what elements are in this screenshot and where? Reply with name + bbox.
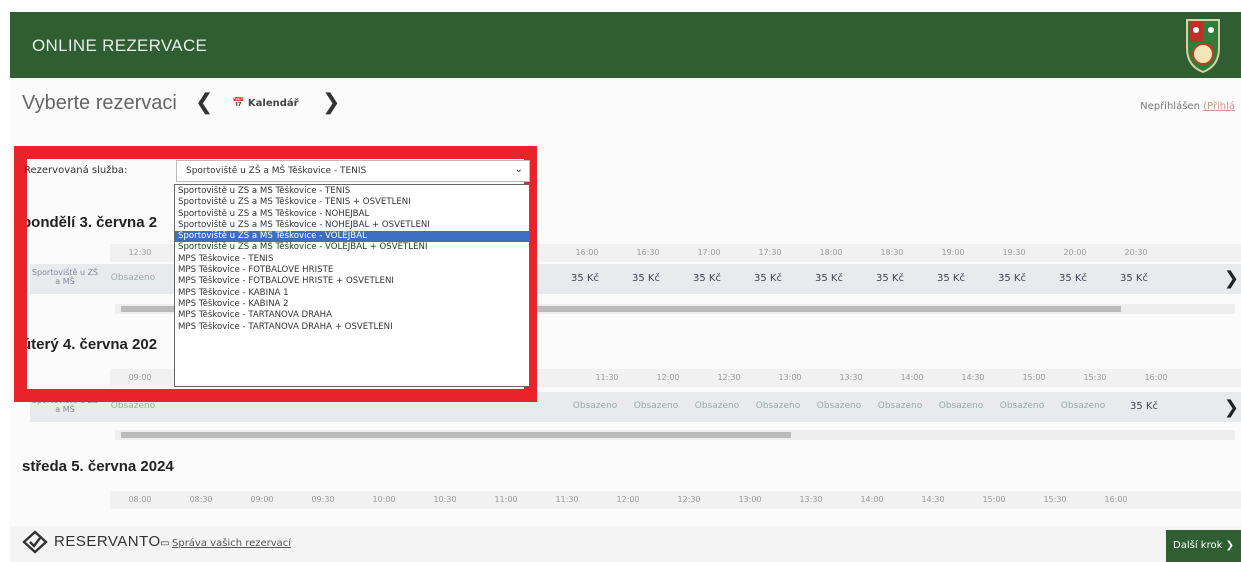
day-title-3: středa 5. června 2024 [22,458,174,475]
time-label: 20:00 [1063,248,1087,257]
service-select-value: Sportoviště u ZŠ a MŠ Těškovice - TENIS [186,166,367,176]
time-label: 08:30 [189,495,213,504]
time-label: 10:30 [433,495,457,504]
service-option[interactable]: MPS Těškovice - KABINA 1 [175,288,529,299]
time-label: 20:30 [1124,248,1148,257]
time-label: 12:00 [656,373,680,382]
time-label: 12:30 [717,373,741,382]
slot-available[interactable]: 35 Kč [621,273,671,284]
service-option[interactable]: Sportoviště u ZŠ a MŠ Těškovice - NOHEJB… [175,209,529,220]
time-label: 08:00 [128,495,152,504]
time-label: 18:30 [880,248,904,257]
service-option[interactable]: MPS Těškovice - KABINA 2 [175,299,529,310]
time-label: 16:00 [1104,495,1128,504]
slot-occupied: Obsazeno [755,401,801,411]
service-options-list[interactable]: Sportoviště u ZŠ a MŠ Těškovice - TENIS S… [174,184,530,387]
reservanto-logo-icon [22,530,48,554]
scrollbar-thumb[interactable] [121,432,791,438]
scroll-right-arrow[interactable]: ❯ [1224,397,1239,418]
time-label: 13:30 [799,495,823,504]
slot-occupied: Obsazeno [110,401,156,411]
service-option[interactable]: Sportoviště u ZŠ a MŠ Těškovice - TENIS [175,186,529,197]
slot-available[interactable]: 35 Kč [926,273,976,284]
top-strip [0,0,1241,12]
slot-available[interactable]: 35 Kč [560,273,610,284]
time-label: 16:00 [575,248,599,257]
time-label: 14:30 [921,495,945,504]
slot-occupied: Obsazeno [1060,401,1106,411]
horizontal-scrollbar[interactable] [115,430,1235,440]
slot-available[interactable]: 35 Kč [865,273,915,284]
time-label: 15:00 [1022,373,1046,382]
my-reservations-link[interactable]: Správa vašich rezervací [172,538,291,549]
time-label: 18:00 [819,248,843,257]
time-label: 16:30 [636,248,660,257]
time-label: 16:00 [1144,373,1168,382]
time-label: 15:30 [1043,495,1067,504]
time-label: 11:30 [595,373,619,382]
time-label: 09:30 [311,495,335,504]
app-title: ONLINE REZERVACE [32,36,208,55]
calendar-button[interactable]: 📅 Kalendář [232,98,299,109]
service-option[interactable]: MPS Těškovice - FOTBALOVÉ HŘIŠTĚ + OSVĚT… [175,276,529,287]
next-arrow-button[interactable]: ❯ [322,90,340,115]
login-status-text: Nepřihlášen [1140,101,1200,112]
service-option[interactable]: Sportoviště u ZŠ a MŠ Těškovice - VOLEJB… [175,231,529,243]
time-row-3: 08:00 08:30 09:00 09:30 10:00 10:30 11:00 11:30… [110,491,1241,509]
service-option[interactable]: Sportoviště u ZŠ a MŠ Těškovice - NOHEJB… [175,220,529,231]
time-label: 14:30 [961,373,985,382]
time-label: 12:00 [616,495,640,504]
service-select[interactable]: Sportoviště u ZŠ a MŠ Těškovice - TENIS … [176,160,530,182]
page-title: Vyberte rezervaci [22,92,177,114]
service-label: Rezervovaná služba: [24,165,128,176]
brand-name: RESERVANTO [54,533,161,550]
slot-available[interactable]: 35 Kč [1048,273,1098,284]
service-option[interactable]: Sportoviště u ZŠ a MŠ Těškovice - TENIS … [175,197,529,208]
slot-occupied: Obsazeno [938,401,984,411]
service-option[interactable]: MPS Těškovice - TENIS [175,254,529,265]
app-header: ONLINE REZERVACE [10,12,1241,78]
time-label: 19:30 [1002,248,1026,257]
slot-occupied: Obsazeno [816,401,862,411]
time-label: 17:30 [758,248,782,257]
time-label: 19:00 [941,248,965,257]
service-option[interactable]: MPS Těškovice - TARTANOVÁ DRÁHA + OSVĚTL… [175,322,529,333]
slot-available[interactable]: 35 Kč [987,273,1037,284]
time-label: 13:00 [738,495,762,504]
service-option[interactable]: MPS Těškovice - FOTBALOVÉ HŘIŠTĚ [175,265,529,276]
time-label: 14:00 [860,495,884,504]
time-label: 14:00 [900,373,924,382]
slot-occupied: Obsazeno [572,401,618,411]
time-label: 11:30 [555,495,579,504]
slot-available[interactable]: 35 Kč [1119,401,1169,412]
login-link[interactable]: (Přihlá [1203,101,1235,112]
time-label: 13:30 [839,373,863,382]
time-label: 10:00 [372,495,396,504]
municipal-crest-logo [1186,19,1220,74]
time-label: 15:00 [982,495,1006,504]
chevron-down-icon: ⌄ [514,164,523,175]
slot-occupied: Obsazeno [633,401,679,411]
scroll-right-arrow[interactable]: ❯ [1224,268,1239,289]
slot-available[interactable]: 35 Kč [1109,273,1159,284]
service-option[interactable]: MPS Těškovice - TARTANOVÁ DRÁHA [175,310,529,321]
time-label: 17:00 [697,248,721,257]
time-label: 15:30 [1083,373,1107,382]
time-label: 13:00 [778,373,802,382]
slot-occupied: Obsazeno [877,401,923,411]
slot-available[interactable]: 35 Kč [682,273,732,284]
time-label: 09:00 [250,495,274,504]
time-label: 11:00 [494,495,518,504]
slot-available[interactable]: 35 Kč [743,273,793,284]
service-option[interactable]: Sportoviště u ZŠ a MŠ Těškovice - VOLEJB… [175,242,529,253]
next-step-button[interactable]: Další krok ❯ [1166,530,1241,562]
slot-occupied: Obsazeno [999,401,1045,411]
time-label: 12:30 [677,495,701,504]
login-status: Nepřihlášen (Přihlá [1140,101,1235,112]
slot-occupied: Obsazeno [694,401,740,411]
calendar-icon: ▭ [160,538,170,549]
slot-available[interactable]: 35 Kč [804,273,854,284]
prev-arrow-button[interactable]: ❮ [195,90,213,115]
